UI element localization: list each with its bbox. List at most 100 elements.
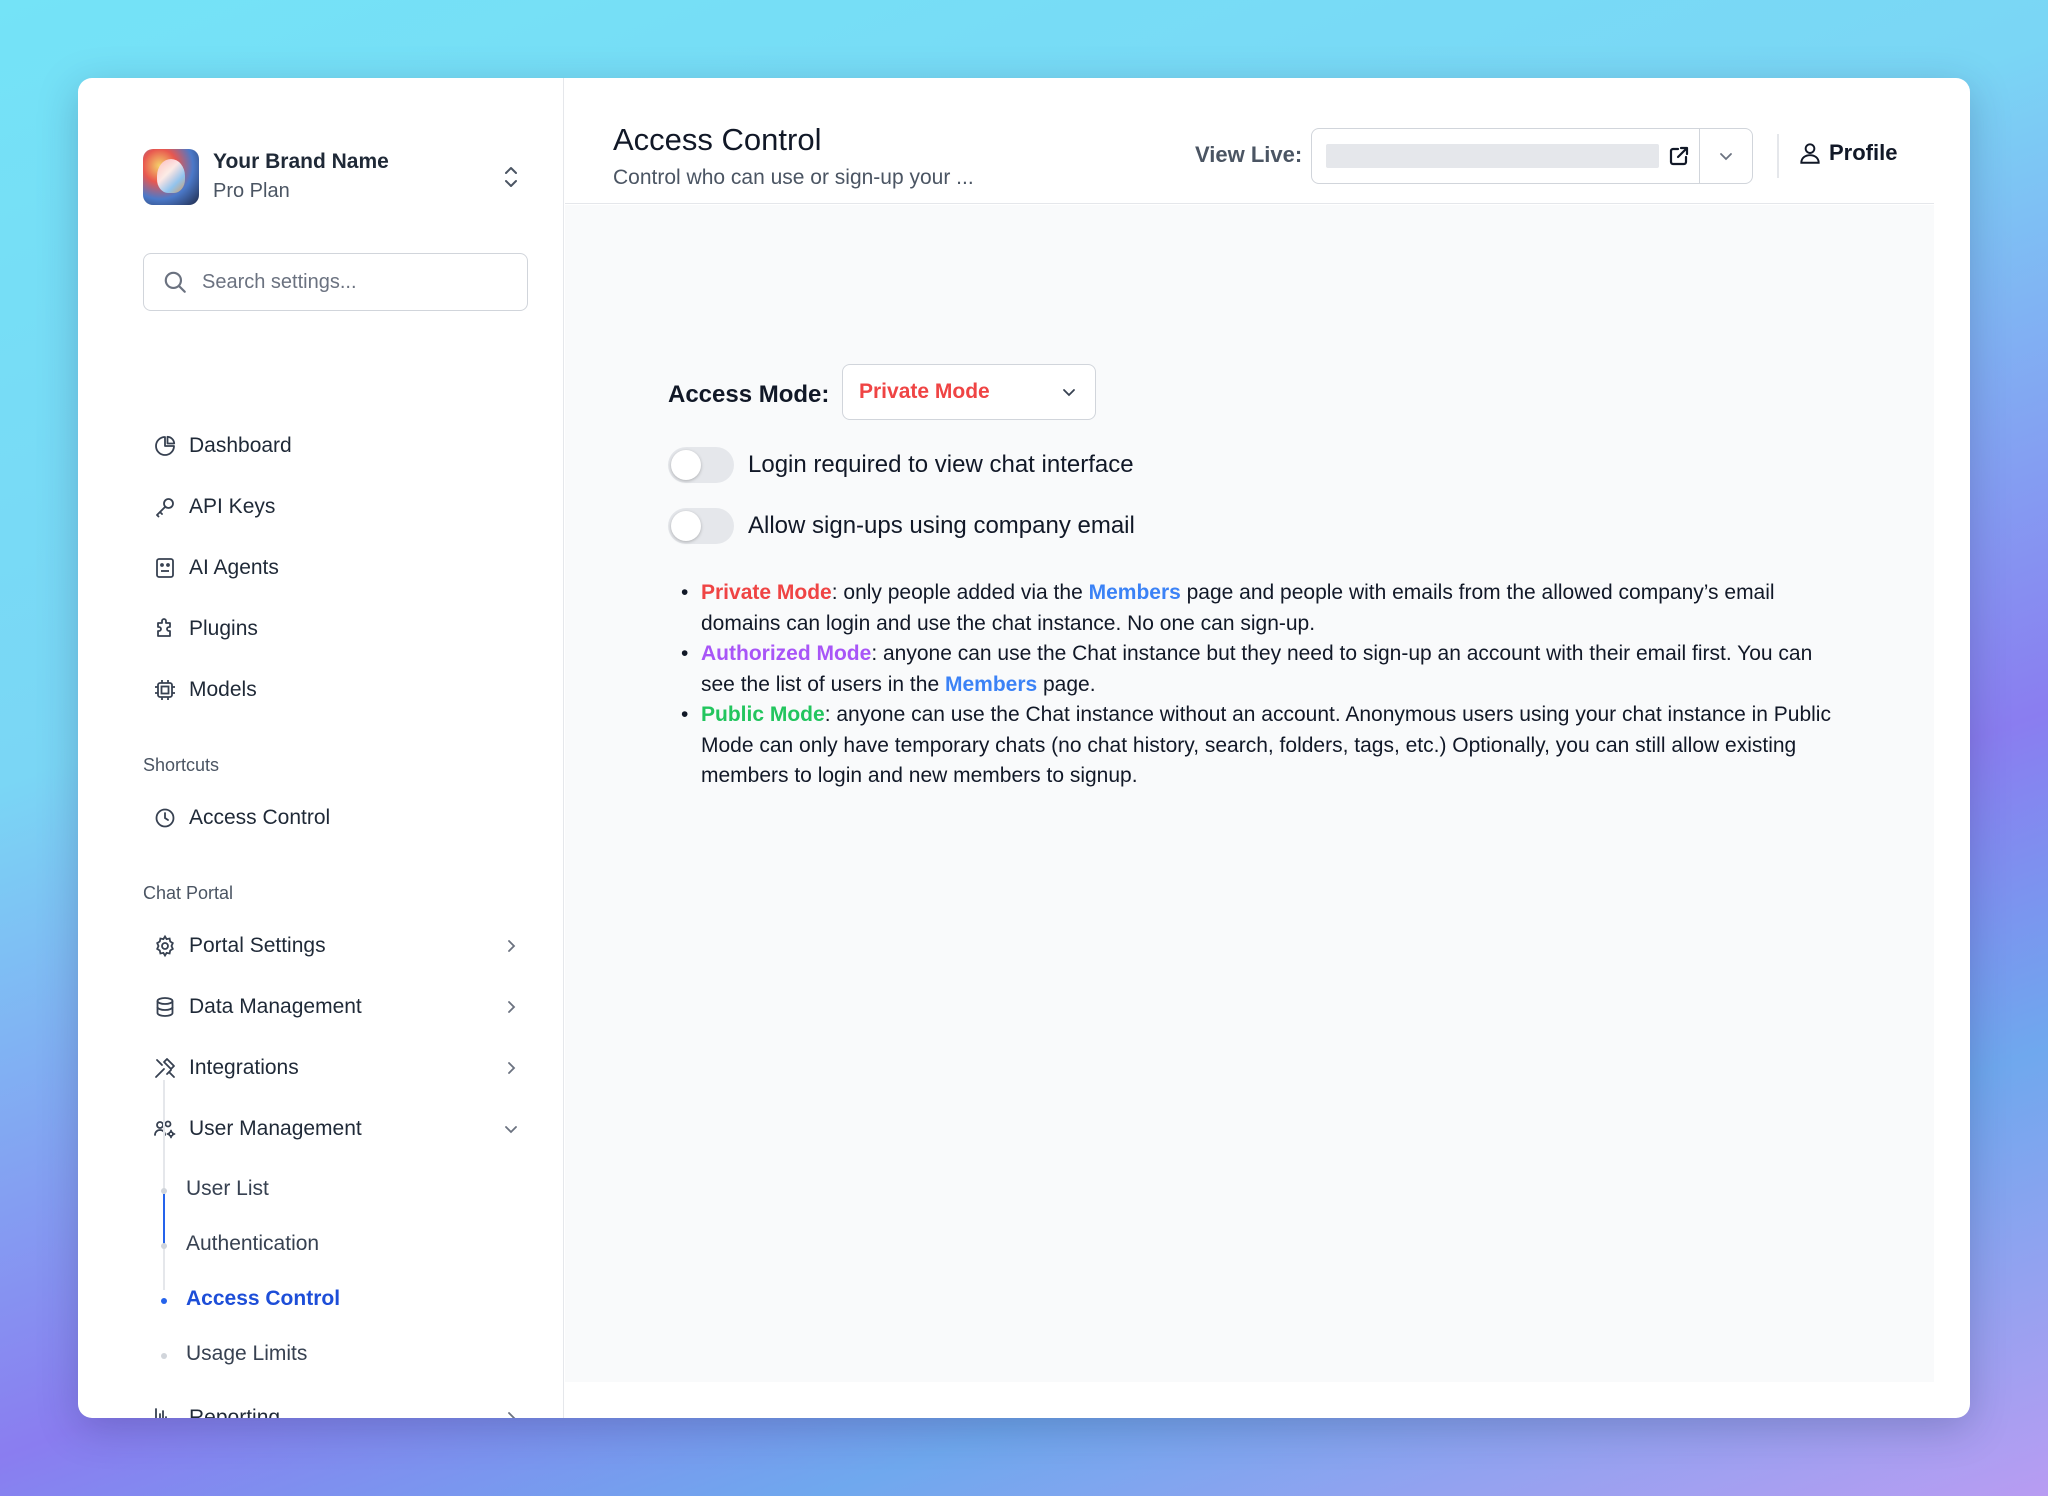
chevron-down-icon: [1720, 153, 1732, 161]
puzzle-icon: [157, 618, 171, 637]
brand-plan: Pro Plan: [213, 180, 290, 202]
brand-logo: [143, 149, 199, 205]
chevron-down-icon: [1063, 389, 1075, 397]
view-live-control: [1311, 128, 1753, 184]
sidebar-item-label: Access Control: [189, 806, 331, 829]
key-icon: [156, 498, 174, 518]
sidebar-item-label: User Management: [189, 1117, 362, 1140]
access-mode-label: Access Mode:: [668, 381, 830, 408]
sidebar-item-user-management[interactable]: User Management: [153, 1109, 593, 1149]
sidebar-item-data-management[interactable]: Data Management: [153, 987, 593, 1027]
sidebar-item-label: Dashboard: [189, 434, 292, 457]
sidebar-item-label: Reporting: [189, 1406, 281, 1418]
login-required-toggle[interactable]: [668, 447, 734, 483]
section-label-shortcuts: Shortcuts: [143, 755, 220, 775]
gear-icon: [156, 934, 174, 958]
page-title: Access Control: [613, 122, 822, 157]
sidebar-item-label: Plugins: [189, 617, 258, 640]
database-icon: [156, 997, 174, 1017]
cpu-icon: [155, 680, 175, 700]
authorized-mode-name: Authorized Mode: [701, 642, 872, 665]
submenu-guide-line: [163, 1080, 165, 1290]
section-label-chat-portal: Chat Portal: [143, 883, 234, 903]
search-icon: [164, 271, 186, 293]
sidebar-item-label: Models: [189, 678, 257, 701]
tools-icon: [155, 1058, 175, 1078]
chevron-right-icon: [508, 1412, 516, 1418]
search-box[interactable]: [143, 253, 528, 311]
access-mode-value: Private Mode: [859, 380, 990, 403]
toggle-label: Login required to view chat interface: [748, 451, 1134, 478]
clock-icon: [155, 808, 175, 828]
description-public: Public Mode: anyone can use the Chat ins…: [681, 700, 1831, 792]
search-input[interactable]: [202, 270, 527, 294]
pie-chart-icon: [155, 435, 176, 456]
chevron-up-down-icon[interactable]: [499, 162, 523, 192]
view-live-url-field[interactable]: [1312, 129, 1700, 183]
sidebar-item-api-keys[interactable]: API Keys: [153, 487, 593, 527]
access-mode-select[interactable]: Private Mode: [842, 364, 1096, 420]
bar-chart-icon: [155, 1408, 167, 1418]
submenu-dot-active: [161, 1298, 167, 1304]
sidebar-item-models[interactable]: Models: [153, 670, 593, 710]
public-mode-name: Public Mode: [701, 703, 825, 726]
sidebar-item-integrations[interactable]: Integrations: [153, 1048, 593, 1088]
page-header: Access Control Control who can use or si…: [565, 78, 1934, 204]
toggle-label: Allow sign-ups using company email: [748, 512, 1135, 539]
sidebar-item-label: Data Management: [189, 995, 362, 1018]
brand-text: Your Brand Name Pro Plan: [213, 148, 499, 206]
user-icon: [1800, 143, 1820, 164]
chevron-right-icon: [508, 1062, 516, 1074]
company-email-signup-toggle[interactable]: [668, 508, 734, 544]
members-link[interactable]: Members: [1089, 581, 1181, 604]
sidebar-item-plugins[interactable]: Plugins: [153, 609, 593, 649]
header-divider: [1777, 134, 1779, 178]
sidebar-subitem-authentication[interactable]: Authentication: [186, 1232, 319, 1256]
sidebar-item-label: API Keys: [189, 495, 276, 518]
toggle-knob: [671, 450, 701, 480]
chevron-right-icon: [508, 940, 516, 952]
description-text: : anyone can use the Chat instance witho…: [701, 703, 1831, 787]
toggle-knob: [671, 511, 701, 541]
description-text: : only people added via the: [831, 581, 1089, 604]
private-mode-name: Private Mode: [701, 581, 832, 604]
toggle-row-company-signups: Allow sign-ups using company email: [668, 508, 1135, 544]
sidebar-item-label: Integrations: [189, 1056, 299, 1079]
view-live-dropdown-button[interactable]: [1700, 129, 1752, 183]
page-subtitle: Control who can use or sign-up your ...: [613, 166, 974, 189]
sidebar-item-label: Portal Settings: [189, 934, 326, 957]
submenu-dot: [161, 1353, 167, 1359]
chevron-down-icon: [505, 1126, 517, 1134]
sidebar-item-dashboard[interactable]: Dashboard: [153, 426, 593, 466]
sidebar-subitem-access-control[interactable]: Access Control: [186, 1287, 340, 1311]
sidebar-subitem-user-list[interactable]: User List: [186, 1177, 269, 1201]
chevron-right-icon: [508, 1001, 516, 1013]
description-private: Private Mode: only people added via the …: [681, 578, 1831, 639]
sidebar-shortcut-access-control[interactable]: Access Control: [153, 798, 593, 838]
description-text: page.: [1037, 672, 1096, 696]
sidebar: Your Brand Name Pro Plan Dashboard: [78, 78, 564, 1418]
members-link[interactable]: Members: [945, 673, 1037, 696]
view-live-url-redacted: [1326, 144, 1659, 168]
agent-icon: [156, 558, 174, 578]
sidebar-item-portal-settings[interactable]: Portal Settings: [153, 926, 593, 966]
sidebar-item-label: AI Agents: [189, 556, 279, 579]
submenu-dot: [161, 1188, 167, 1194]
sidebar-subitem-usage-limits[interactable]: Usage Limits: [186, 1342, 307, 1366]
access-mode-descriptions: Private Mode: only people added via the …: [681, 578, 1831, 792]
sidebar-item-ai-agents[interactable]: AI Agents: [153, 548, 593, 588]
view-live-label: View Live:: [1195, 142, 1303, 167]
app-window: Your Brand Name Pro Plan Dashboard: [78, 78, 1970, 1418]
submenu-active-indicator: [163, 1194, 165, 1246]
users-gear-icon: [154, 1120, 176, 1139]
external-link-icon[interactable]: [1667, 144, 1691, 168]
description-authorized: Authorized Mode: anyone can use the Chat…: [681, 639, 1831, 700]
main-content: Access Mode: Private Mode Login required…: [565, 205, 1934, 1382]
profile-label: Profile: [1829, 140, 1898, 165]
toggle-row-login-required: Login required to view chat interface: [668, 447, 1134, 483]
sidebar-item-reporting[interactable]: Reporting: [153, 1398, 593, 1418]
profile-button[interactable]: Profile: [1797, 140, 1897, 166]
submenu-dot: [161, 1243, 167, 1249]
brand-name: Your Brand Name: [213, 150, 389, 173]
brand-switcher[interactable]: Your Brand Name Pro Plan: [143, 148, 523, 206]
